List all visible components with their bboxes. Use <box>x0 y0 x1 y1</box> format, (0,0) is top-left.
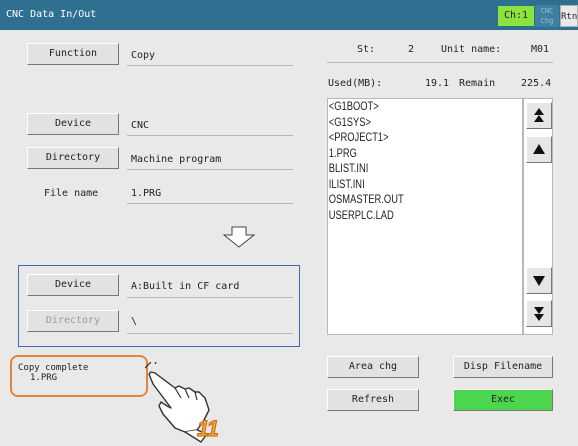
exec-button[interactable]: Exec <box>453 389 553 411</box>
refresh-button[interactable]: Refresh <box>327 389 419 411</box>
used-mb-value: 19.1 <box>425 78 450 89</box>
disp-filename-button[interactable]: Disp Filename <box>453 356 553 378</box>
unit-name-value: M01 <box>531 44 550 55</box>
device-button[interactable]: Device <box>27 113 119 135</box>
function-button[interactable]: Function <box>27 43 119 65</box>
function-value-underline <box>127 65 293 66</box>
used-mb-label: Used(MB): <box>328 78 383 89</box>
device-value: CNC <box>131 120 150 131</box>
directory-button[interactable]: Directory <box>27 147 119 169</box>
cnc-data-in-out-screen: CNC Data In/Out Ch:1 CNC Chg Rtn Function… <box>0 0 578 446</box>
directory-value: Machine program <box>131 154 222 165</box>
file-name-value: 1.PRG <box>131 188 162 199</box>
up-icon[interactable] <box>526 136 552 163</box>
file-name-underline <box>127 203 293 204</box>
function-value: Copy <box>131 50 156 61</box>
return-button[interactable]: Rtn <box>560 5 578 27</box>
list-item[interactable]: <PROJECT1> <box>328 130 479 146</box>
list-item[interactable]: OSMASTER.OUT <box>328 192 479 208</box>
destination-directory-value: \ <box>131 316 138 327</box>
list-item[interactable]: USERPLC.LAD <box>328 208 479 224</box>
file-name-label: File name <box>44 188 99 199</box>
status-line-2: 1.PRG <box>30 373 58 383</box>
destination-device-value: A:Built in CF card <box>131 281 240 292</box>
list-item[interactable]: <G1SYS> <box>328 115 479 131</box>
status-line-1: Copy complete <box>18 363 89 373</box>
file-list[interactable]: <G1BOOT> <G1SYS> <PROJECT1> 1.PRG BLIST.… <box>327 98 523 335</box>
list-item[interactable]: <G1BOOT> <box>328 99 479 115</box>
cnc-chg-button[interactable]: CNC Chg <box>535 5 559 27</box>
screen-title: CNC Data In/Out <box>6 9 97 20</box>
st-value: 2 <box>408 44 415 55</box>
remain-value: 225.4 <box>521 78 552 89</box>
area-chg-button[interactable]: Area chg <box>327 356 419 378</box>
destination-directory-underline <box>127 333 293 334</box>
down-arrow-icon <box>222 226 256 248</box>
double-up-icon[interactable] <box>526 102 552 129</box>
double-down-icon[interactable] <box>526 300 552 327</box>
list-item[interactable]: BLIST.INI <box>328 161 479 177</box>
destination-directory-button[interactable]: Directory <box>27 310 119 332</box>
unit-name-label: Unit name: <box>441 44 502 55</box>
status-message-box: Copy complete 1.PRG <box>10 355 148 397</box>
list-item[interactable]: 1.PRG <box>328 146 479 162</box>
destination-device-button[interactable]: Device <box>27 274 119 296</box>
directory-value-underline <box>127 169 293 170</box>
device-value-underline <box>127 135 293 136</box>
down-icon[interactable] <box>526 267 552 294</box>
remain-label: Remain <box>459 78 496 89</box>
st-label: St: <box>357 44 376 55</box>
list-item[interactable]: ILIST.INI <box>328 177 479 193</box>
step-number: 11 <box>197 416 220 442</box>
destination-device-underline <box>127 297 293 298</box>
channel-indicator: Ch:1 <box>498 6 534 26</box>
info-underline <box>327 62 553 63</box>
title-bar: CNC Data In/Out Ch:1 CNC Chg Rtn <box>0 0 578 30</box>
